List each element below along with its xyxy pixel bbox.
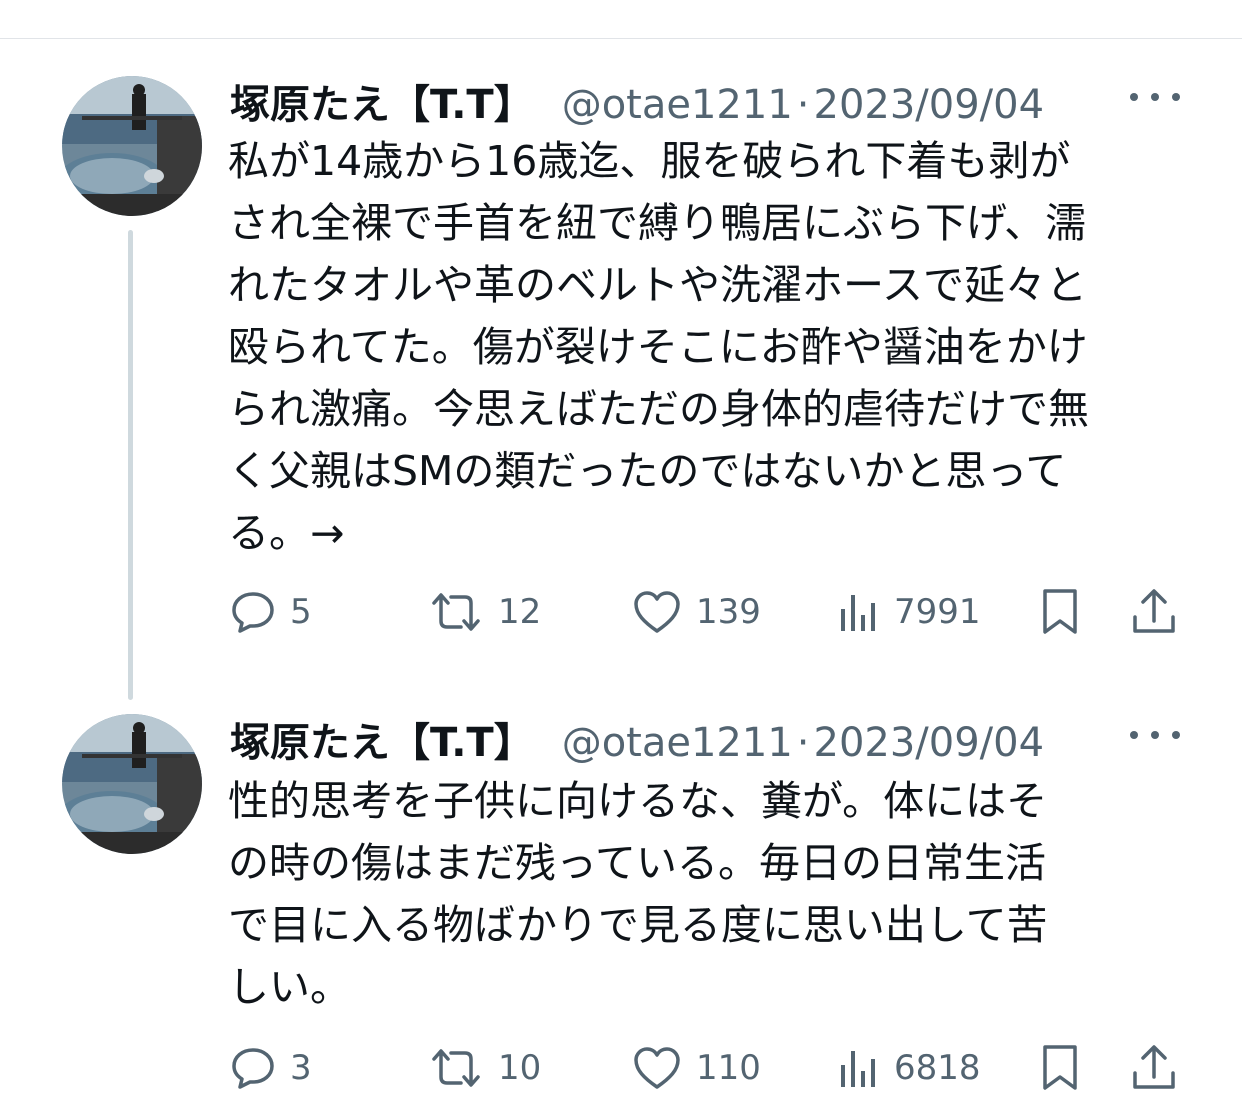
bookmark-icon	[1040, 1043, 1080, 1093]
tweet-text: 性的思考を子供に向けるな、糞が。体にはそ の時の傷はまだ残っている。毎日の日常生…	[228, 777, 1048, 1011]
bookmark-icon	[1040, 587, 1080, 637]
repost-count: 12	[498, 592, 542, 632]
share-button[interactable]	[1130, 1038, 1178, 1098]
speech-bubble-icon	[230, 1045, 276, 1091]
like-count: 110	[696, 1048, 761, 1088]
repost-button[interactable]: 10	[428, 1038, 541, 1098]
share-button[interactable]	[1130, 582, 1178, 642]
three-dots-icon	[1130, 93, 1138, 101]
tweet-date[interactable]: 2023/09/04	[814, 82, 1045, 128]
repost-arrows-icon	[428, 1045, 484, 1091]
speech-bubble-icon	[230, 589, 276, 635]
avatar[interactable]	[62, 714, 202, 854]
separator: ·	[796, 82, 810, 128]
tweet-date[interactable]: 2023/09/04	[814, 720, 1045, 766]
heart-outline-icon	[632, 1045, 682, 1091]
reply-count: 3	[290, 1048, 312, 1088]
tweet-header: 塚原たえ【T.T】 @otae1211 · 2023/09/04	[230, 72, 1044, 128]
share-upload-icon	[1130, 587, 1178, 637]
bar-chart-icon	[838, 1045, 880, 1091]
three-dots-icon	[1130, 731, 1138, 739]
like-button[interactable]: 139	[632, 582, 761, 642]
reply-button[interactable]: 3	[230, 1038, 312, 1098]
like-button[interactable]: 110	[632, 1038, 761, 1098]
share-upload-icon	[1130, 1043, 1178, 1093]
handle[interactable]: @otae1211	[562, 720, 793, 766]
tweet-header: 塚原たえ【T.T】 @otae1211 · 2023/09/04	[230, 710, 1044, 766]
reply-button[interactable]: 5	[230, 582, 312, 642]
reply-count: 5	[290, 592, 312, 632]
repost-count: 10	[498, 1048, 542, 1088]
handle[interactable]: @otae1211	[562, 82, 793, 128]
top-divider	[0, 38, 1242, 39]
views-button[interactable]: 6818	[838, 1038, 981, 1098]
bar-chart-icon	[838, 589, 880, 635]
views-count: 7991	[894, 592, 981, 632]
separator: ·	[796, 720, 810, 766]
repost-button[interactable]: 12	[428, 582, 541, 642]
bookmark-button[interactable]	[1040, 582, 1080, 642]
display-name[interactable]: 塚原たえ【T.T】	[230, 72, 534, 130]
display-name[interactable]: 塚原たえ【T.T】	[230, 710, 534, 768]
heart-outline-icon	[632, 589, 682, 635]
more-options-button[interactable]	[1130, 82, 1180, 112]
tweet-actions: 5 12 139 7991	[0, 582, 1242, 642]
more-options-button[interactable]	[1130, 720, 1180, 750]
avatar[interactable]	[62, 76, 202, 216]
tweet-text: 私が14歳から16歳迄、服を破られ下着も剥が され全裸で手首を紐で縛り鴨居にぶら…	[228, 137, 1089, 557]
like-count: 139	[696, 592, 761, 632]
bookmark-button[interactable]	[1040, 1038, 1080, 1098]
repost-arrows-icon	[428, 589, 484, 635]
views-button[interactable]: 7991	[838, 582, 981, 642]
tweet-actions: 3 10 110 6818	[0, 1038, 1242, 1098]
views-count: 6818	[894, 1048, 981, 1088]
